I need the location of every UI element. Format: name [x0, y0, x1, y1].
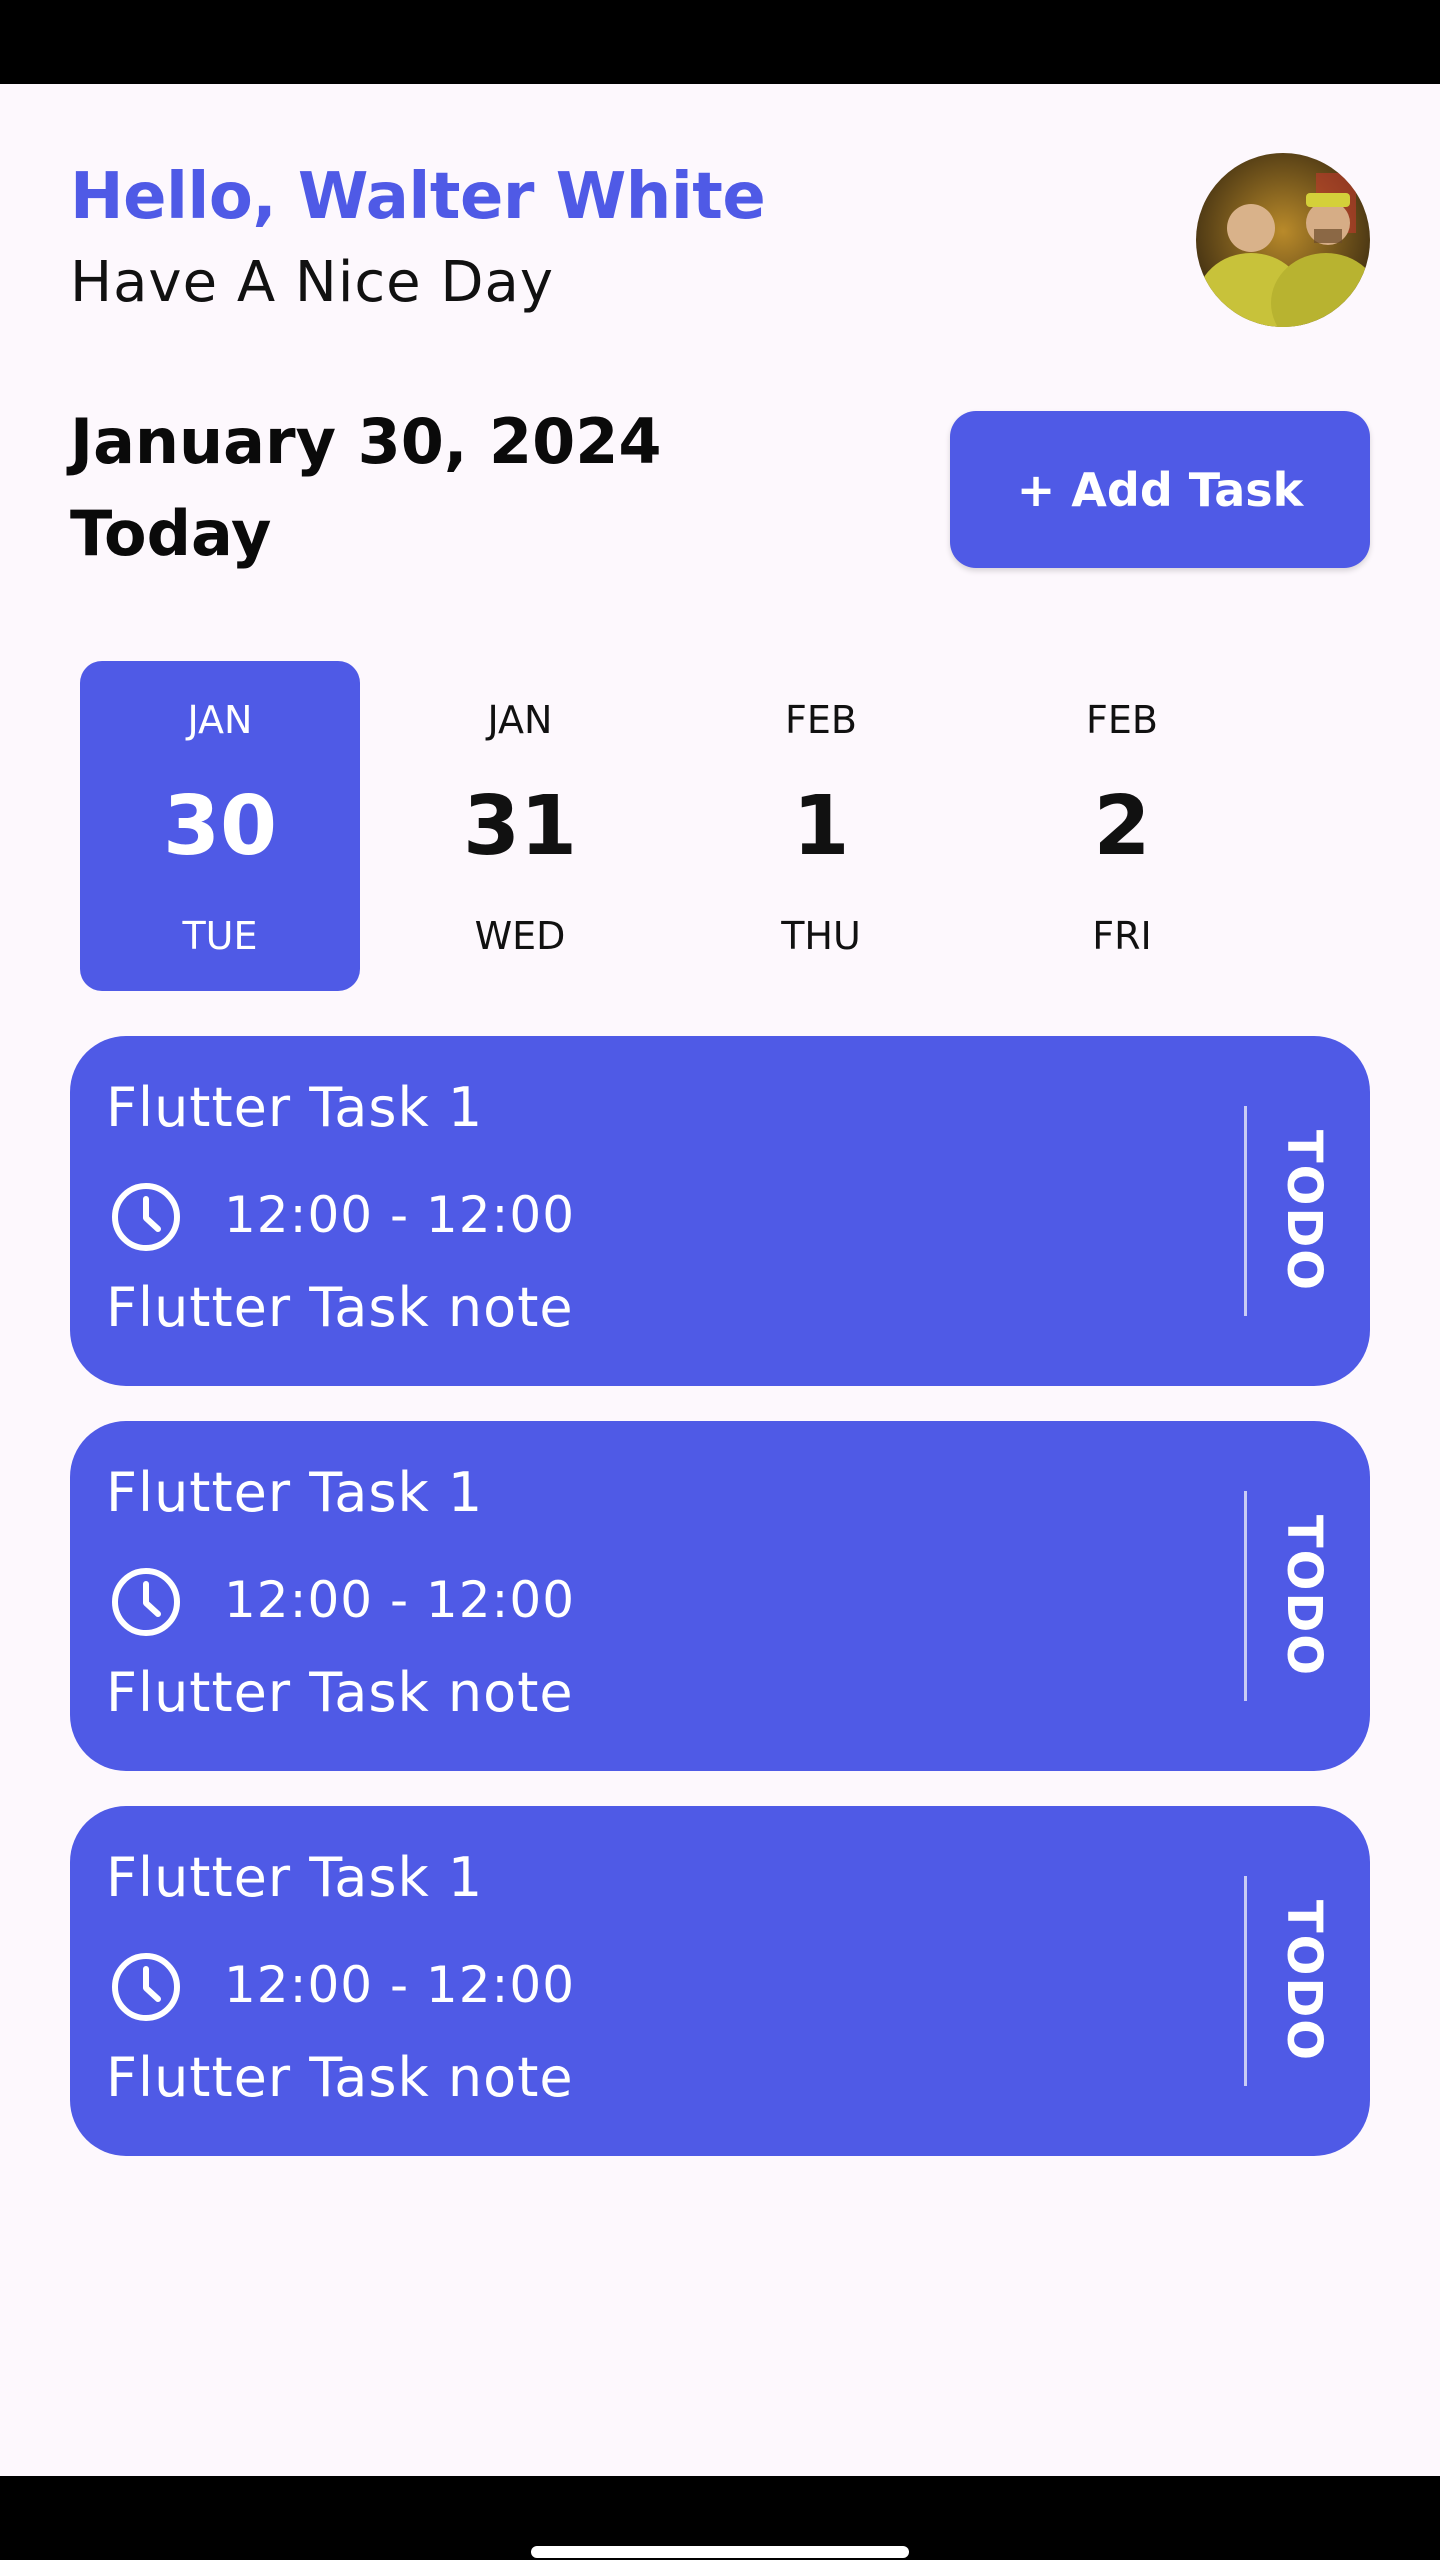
- status-bar: [0, 0, 1440, 84]
- current-date: January 30, 2024: [70, 405, 662, 478]
- home-indicator[interactable]: [531, 2546, 909, 2558]
- add-task-button[interactable]: + Add Task: [950, 411, 1370, 568]
- task-card[interactable]: Flutter Task 1 12:00 - 12:00 Flutter Tas…: [70, 1421, 1370, 1771]
- task-note: Flutter Task note: [106, 1276, 574, 1339]
- date-weekday: THU: [781, 914, 861, 958]
- date-day: 2: [1093, 779, 1151, 874]
- clock-icon: [112, 1953, 180, 2021]
- date-day: 1: [792, 779, 850, 874]
- task-title: Flutter Task 1: [106, 1846, 484, 1909]
- greeting-subtitle: Have A Nice Day: [70, 250, 554, 315]
- date-cell-feb-2[interactable]: FEB 2 FRI: [982, 661, 1262, 991]
- task-divider: [1244, 1106, 1247, 1316]
- date-weekday: TUE: [182, 914, 258, 958]
- task-status-label: TODO: [1276, 1899, 1333, 2063]
- date-day: 31: [462, 779, 578, 874]
- task-note: Flutter Task note: [106, 1661, 574, 1724]
- user-avatar-image: [1196, 153, 1370, 327]
- today-label: Today: [70, 497, 272, 570]
- task-time: 12:00 - 12:00: [224, 1956, 576, 2014]
- date-day: 30: [162, 779, 278, 874]
- task-title: Flutter Task 1: [106, 1076, 484, 1139]
- task-status: TODO: [1254, 1876, 1354, 2086]
- task-divider: [1244, 1876, 1247, 2086]
- date-month: JAN: [487, 698, 553, 742]
- task-title: Flutter Task 1: [106, 1461, 484, 1524]
- date-weekday: FRI: [1092, 914, 1152, 958]
- clock-icon: [112, 1183, 180, 1251]
- date-month: FEB: [785, 698, 857, 742]
- date-cell-jan-31[interactable]: JAN 31 WED: [380, 661, 660, 991]
- task-divider: [1244, 1491, 1247, 1701]
- date-month: JAN: [187, 698, 253, 742]
- date-cell-jan-30[interactable]: JAN 30 TUE: [80, 661, 360, 991]
- greeting-title: Hello, Walter White: [70, 160, 766, 234]
- task-card[interactable]: Flutter Task 1 12:00 - 12:00 Flutter Tas…: [70, 1806, 1370, 2156]
- avatar[interactable]: [1196, 153, 1370, 327]
- date-weekday: WED: [474, 914, 566, 958]
- task-status-label: TODO: [1276, 1514, 1333, 1678]
- task-status-label: TODO: [1276, 1129, 1333, 1293]
- task-status: TODO: [1254, 1491, 1354, 1701]
- clock-icon: [112, 1568, 180, 1636]
- task-note: Flutter Task note: [106, 2046, 574, 2109]
- task-time: 12:00 - 12:00: [224, 1186, 576, 1244]
- task-card[interactable]: Flutter Task 1 12:00 - 12:00 Flutter Tas…: [70, 1036, 1370, 1386]
- task-time: 12:00 - 12:00: [224, 1571, 576, 1629]
- task-status: TODO: [1254, 1106, 1354, 1316]
- date-cell-feb-1[interactable]: FEB 1 THU: [681, 661, 961, 991]
- date-month: FEB: [1086, 698, 1158, 742]
